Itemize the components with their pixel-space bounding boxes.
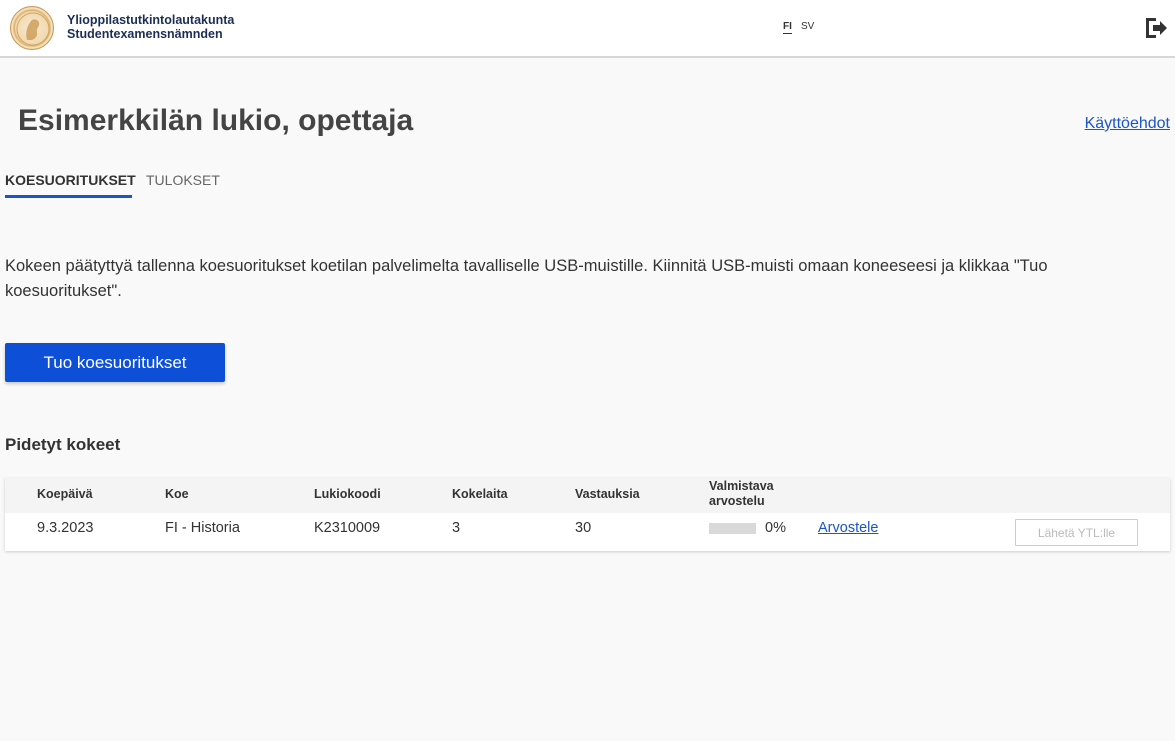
organization-name: Ylioppilastutkintolautakunta Studentexam… [67,13,234,41]
column-date: Koepäivä [37,487,93,501]
table-header: Koepäivä Koe Lukiokoodi Kokelaita Vastau… [5,478,1170,513]
held-exams-table: Koepäivä Koe Lukiokoodi Kokelaita Vastau… [5,478,1170,551]
grading-progress-label: 0% [765,520,786,536]
tab-exam-submissions[interactable]: KOESUORITUKSET [5,172,136,198]
grade-link[interactable]: Arvostele [818,520,878,536]
column-exam: Koe [165,487,189,501]
top-header: Ylioppilastutkintolautakunta Studentexam… [0,0,1175,58]
import-instructions: Kokeen päätyttyä tallenna koesuoritukset… [5,257,1048,300]
column-answers: Vastauksia [575,487,640,501]
language-sv-link[interactable]: SV [801,21,814,32]
column-preliminary-grading-line2: arvostelu [709,494,765,508]
cell-answers: 30 [575,520,592,536]
organization-name-fi: Ylioppilastutkintolautakunta [67,13,235,27]
column-preliminary-grading: Valmistava arvostelu [709,479,774,509]
tab-results[interactable]: TULOKSET [146,172,220,188]
column-preliminary-grading-line1: Valmistava [709,479,774,493]
terms-of-use-link[interactable]: Käyttöehdot [1085,115,1170,133]
page-title: Esimerkkilän lukio, opettaja [18,104,414,137]
cell-school-code: K2310009 [314,520,381,536]
held-exams-heading: Pidetyt kokeet [5,435,121,454]
logout-icon[interactable] [1143,16,1169,40]
language-fi-link[interactable]: FI [783,21,792,34]
column-school-code: Lukiokoodi [314,487,381,501]
cell-candidates: 3 [452,520,461,536]
organization-name-sv: Studentexamensnämnden [67,27,223,41]
import-submissions-button[interactable]: Tuo koesuoritukset [5,343,225,382]
grading-progress-bar [709,523,756,534]
cell-date: 9.3.2023 [37,520,94,536]
column-candidates: Kokelaita [452,487,508,501]
ytl-logo-icon [10,6,54,50]
cell-exam: FI - Historia [165,520,240,536]
send-to-ytl-button[interactable]: Lähetä YTL:lle [1015,519,1138,546]
